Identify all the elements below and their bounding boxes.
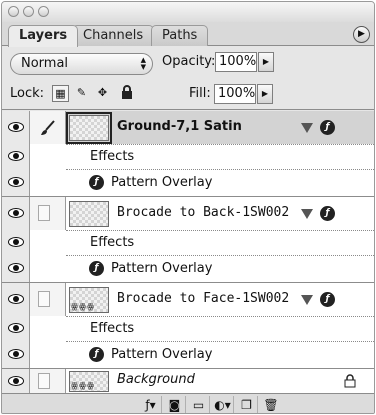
link-cell <box>30 369 66 393</box>
eye-icon[interactable] <box>8 376 24 386</box>
layer-effects-icon: ƒ <box>89 347 104 362</box>
visibility-cell <box>2 230 30 255</box>
close-window-button[interactable] <box>8 6 19 17</box>
visibility-cell <box>2 283 30 316</box>
tab-channels[interactable]: Channels <box>72 25 155 46</box>
adjustment-layer-button[interactable]: ◐▾ <box>212 396 234 413</box>
layer-effects-icon[interactable]: ƒ <box>320 292 335 307</box>
eye-icon[interactable] <box>8 208 24 218</box>
eye-icon[interactable] <box>8 323 24 333</box>
paintbrush-icon <box>41 120 55 135</box>
link-box[interactable] <box>38 205 50 221</box>
opacity-label: Opacity: <box>162 54 216 69</box>
layer-name[interactable]: Ground-7,1 Satin <box>117 119 242 135</box>
layers-panel: Layers Channels Paths ▶ Normal ▲ ▼ Opacit… <box>1 1 375 414</box>
visibility-cell <box>2 197 30 230</box>
eye-icon[interactable] <box>8 237 24 247</box>
lock-paint-icon[interactable]: ✎ <box>73 85 90 102</box>
visibility-cell <box>2 316 30 341</box>
lock-move-icon[interactable]: ✥ <box>94 85 111 102</box>
new-group-button[interactable]: ▭ <box>188 396 210 413</box>
disclosure-triangle-icon[interactable] <box>301 295 313 305</box>
layer-effects-icon[interactable]: ƒ <box>320 120 335 135</box>
layer-name[interactable]: Brocade to Back-1SW002 <box>117 205 289 221</box>
layer-row-brocade-face[interactable]: ꙮꙮꙮ Brocade to Face-1SW002 ƒ <box>2 283 374 316</box>
eye-icon[interactable] <box>8 177 24 187</box>
effect-name: Pattern Overlay <box>111 347 213 362</box>
layer-name[interactable]: Brocade to Face-1SW002 <box>117 291 289 307</box>
layer-thumbnail[interactable] <box>69 201 109 227</box>
opacity-input[interactable]: 100% <box>215 52 257 72</box>
lock-all-icon[interactable] <box>118 85 135 102</box>
eye-icon[interactable] <box>8 294 24 304</box>
zoom-window-button[interactable] <box>38 6 49 17</box>
lock-transparency-icon[interactable]: ▦ <box>52 85 69 102</box>
effect-name: Pattern Overlay <box>111 175 213 190</box>
layer-list: Ground-7,1 Satin ƒ Effects ƒ Pattern Ove… <box>2 111 374 393</box>
layer-row-brocade-back[interactable]: Brocade to Back-1SW002 ƒ <box>2 197 374 230</box>
effect-name: Pattern Overlay <box>111 261 213 276</box>
lock-label: Lock: <box>10 86 45 101</box>
effect-row-pattern-overlay[interactable]: ƒ Pattern Overlay <box>2 255 374 282</box>
panel-menu-icon[interactable]: ▶ <box>353 26 370 43</box>
lock-fill-row: Lock: ▦ ✎ ✥ Fill: 100% ▶ <box>2 80 374 110</box>
trash-icon[interactable]: 🗑 <box>260 396 282 413</box>
disclosure-triangle-icon[interactable] <box>301 123 313 133</box>
effects-row[interactable]: Effects <box>2 316 374 341</box>
effects-row[interactable]: Effects <box>2 144 374 169</box>
blend-opacity-row: Normal ▲ ▼ Opacity: 100% ▶ <box>2 47 374 79</box>
effect-row-pattern-overlay[interactable]: ƒ Pattern Overlay <box>2 341 374 368</box>
link-cell <box>30 197 66 230</box>
chevron-updown-icon: ▲ ▼ <box>140 56 146 71</box>
effects-label: Effects <box>90 321 135 336</box>
layer-thumbnail[interactable]: ꙮꙮꙮ <box>69 371 109 392</box>
eye-icon[interactable] <box>8 349 24 359</box>
fill-slider-button[interactable]: ▶ <box>257 84 273 104</box>
layer-style-button[interactable]: ƒ▾ <box>140 396 162 413</box>
disclosure-triangle-icon[interactable] <box>301 209 313 219</box>
layer-effects-icon[interactable]: ƒ <box>320 206 335 221</box>
effects-label: Effects <box>90 235 135 250</box>
layer-thumbnail[interactable]: ꙮꙮꙮ <box>69 287 109 313</box>
link-cell <box>30 283 66 316</box>
link-box[interactable] <box>38 291 50 307</box>
eye-icon[interactable] <box>8 122 24 132</box>
fill-input[interactable]: 100% <box>214 84 256 104</box>
eye-icon[interactable] <box>8 263 24 273</box>
minimize-window-button[interactable] <box>23 6 34 17</box>
layer-effects-icon: ƒ <box>89 175 104 190</box>
tab-paths[interactable]: Paths <box>151 25 209 46</box>
panel-titlebar <box>2 2 374 22</box>
visibility-cell <box>2 169 30 196</box>
panel-bottom-bar: ƒ▾ ◙ ▭ ◐▾ ❐ 🗑 <box>2 393 374 413</box>
visibility-cell <box>2 341 30 368</box>
layer-effects-icon: ƒ <box>89 261 104 276</box>
link-cell <box>30 144 66 169</box>
effects-label: Effects <box>90 149 135 164</box>
fill-label: Fill: <box>189 86 211 101</box>
layer-row-ground[interactable]: Ground-7,1 Satin ƒ <box>2 111 374 144</box>
layer-row-background[interactable]: ꙮꙮꙮ Background <box>2 369 374 393</box>
visibility-cell <box>2 255 30 282</box>
tab-layers[interactable]: Layers <box>8 25 79 47</box>
link-cell <box>30 111 66 144</box>
blend-mode-value: Normal <box>21 56 69 71</box>
new-layer-button[interactable]: ❐ <box>236 396 258 413</box>
lock-icon <box>344 374 356 388</box>
layer-name[interactable]: Background <box>117 372 195 388</box>
panel-tabs: Layers Channels Paths ▶ <box>2 22 374 47</box>
eye-icon[interactable] <box>8 151 24 161</box>
opacity-slider-button[interactable]: ▶ <box>258 52 274 72</box>
layer-thumbnail[interactable] <box>66 112 112 144</box>
blend-mode-select[interactable]: Normal ▲ ▼ <box>10 53 153 75</box>
visibility-cell <box>2 111 30 144</box>
link-box[interactable] <box>38 373 50 389</box>
effects-row[interactable]: Effects <box>2 230 374 255</box>
visibility-cell <box>2 144 30 169</box>
add-mask-button[interactable]: ◙ <box>164 396 186 413</box>
effect-row-pattern-overlay[interactable]: ƒ Pattern Overlay <box>2 169 374 196</box>
visibility-cell <box>2 369 30 393</box>
